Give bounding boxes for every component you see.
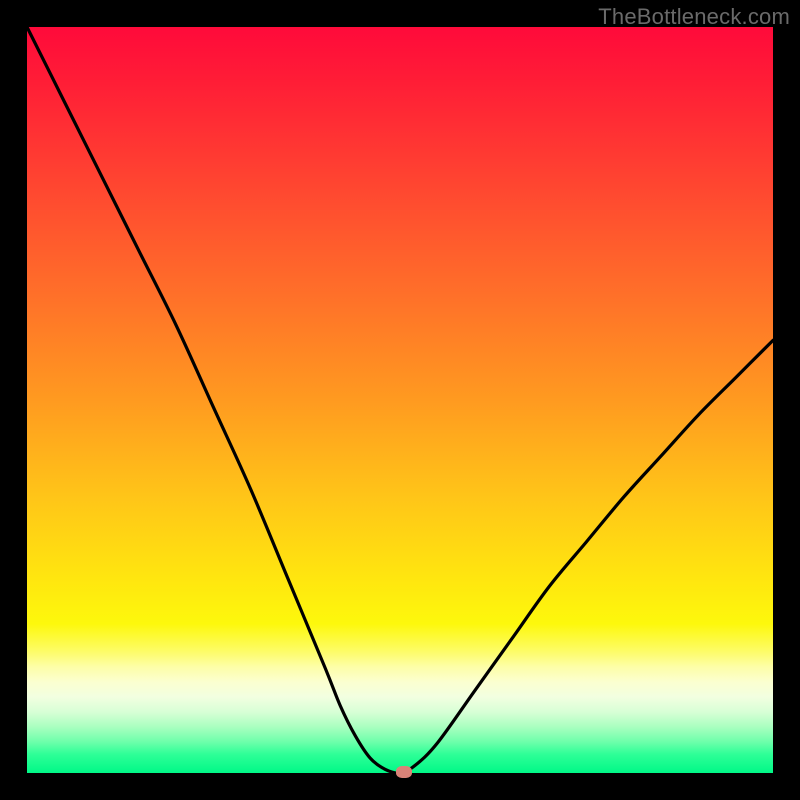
chart-frame: TheBottleneck.com <box>0 0 800 800</box>
bottleneck-curve <box>27 27 773 773</box>
watermark-text: TheBottleneck.com <box>598 4 790 30</box>
minimum-marker <box>396 766 412 778</box>
plot-area <box>27 27 773 773</box>
